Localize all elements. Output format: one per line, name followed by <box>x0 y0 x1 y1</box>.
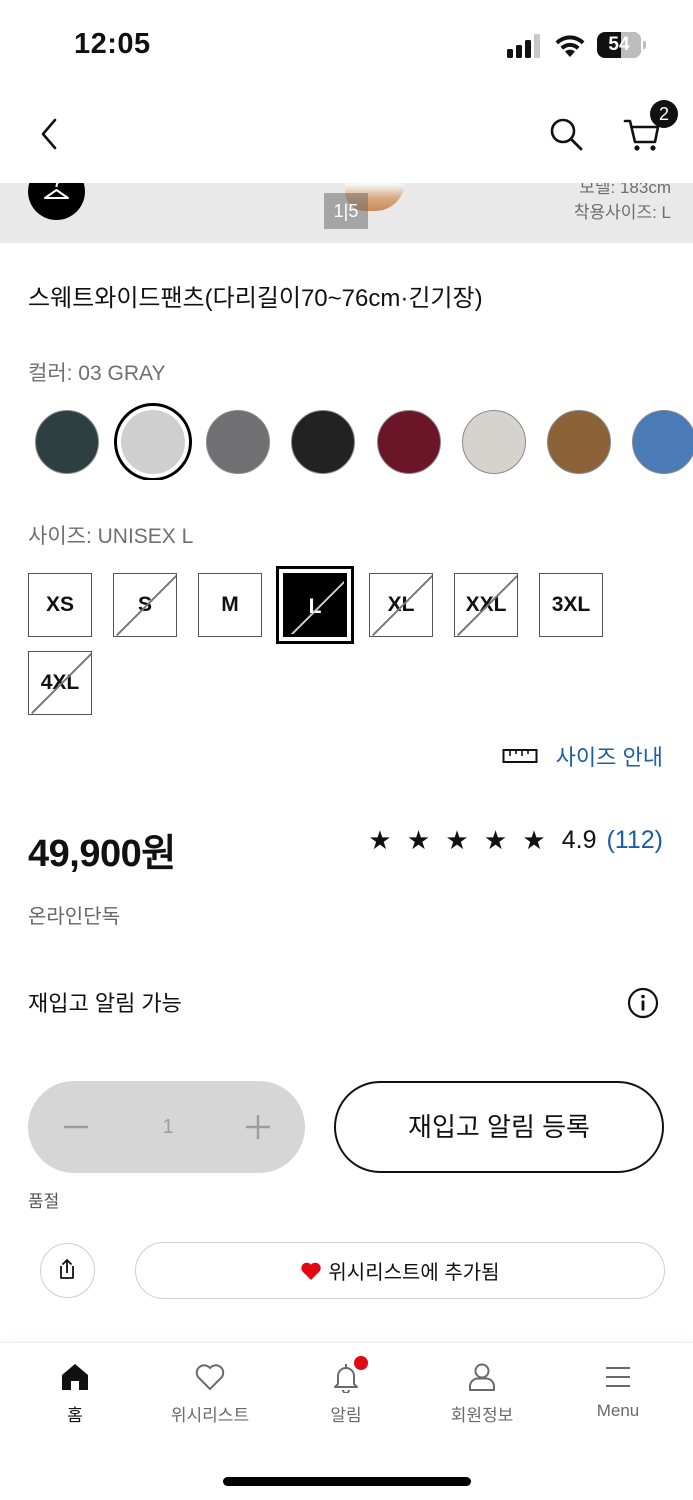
color-swatch-dark-green[interactable] <box>35 410 99 474</box>
color-swatches <box>0 400 693 480</box>
tab-menu[interactable]: Menu <box>558 1361 678 1437</box>
wifi-icon <box>554 32 586 58</box>
battery-icon: 54 <box>597 32 647 58</box>
signal-icon <box>507 34 543 58</box>
price: 49,900원 <box>28 833 176 875</box>
rating-stars: ★ ★ ★ ★ ★ <box>368 824 550 855</box>
home-indicator <box>223 1477 471 1486</box>
search-icon <box>550 118 583 151</box>
search-button[interactable] <box>548 116 584 152</box>
model-size: 착용사이즈: L <box>573 203 671 222</box>
wishlist-button[interactable]: 위시리스트에 추가됨 <box>135 1242 665 1299</box>
color-swatch-wine[interactable] <box>377 410 441 474</box>
color-label: 컬러: 03 GRAY <box>28 362 166 385</box>
rating-value: 4.9 <box>561 825 597 854</box>
tab-member-info[interactable]: 회원정보 <box>422 1361 542 1437</box>
tab-label: 회원정보 <box>450 1406 514 1425</box>
size-option-3xl[interactable]: 3XL <box>539 573 603 637</box>
color-swatch-gray[interactable] <box>206 410 270 474</box>
tab-label: 홈 <box>67 1406 83 1425</box>
review-count-link[interactable]: (112) <box>606 826 663 855</box>
quantity-value[interactable]: 1 <box>148 1111 188 1143</box>
hanger-icon <box>44 183 69 199</box>
wishlist-label: 위시리스트에 추가됨 <box>328 1262 500 1284</box>
size-option-4xl[interactable]: 4XL <box>28 651 92 715</box>
size-option-xl[interactable]: XL <box>369 573 433 637</box>
minus-icon <box>64 1125 88 1129</box>
size-label: 사이즈: UNISEX L <box>28 525 194 548</box>
soldout-label: 품절 <box>28 1192 60 1211</box>
heart-filled-icon <box>301 1262 322 1280</box>
tab-home[interactable]: 홈 <box>15 1361 135 1437</box>
tab-label: 알림 <box>330 1406 362 1425</box>
battery-level: 54 <box>608 34 630 55</box>
quantity-stepper: 1 <box>28 1081 305 1173</box>
size-option-s[interactable]: S <box>113 573 177 637</box>
size-guide-label: 사이즈 안내 <box>555 745 663 770</box>
tab-label: Menu <box>596 1401 640 1420</box>
share-button[interactable] <box>40 1243 95 1298</box>
menu-icon <box>606 1367 630 1387</box>
rating: ★ ★ ★ ★ ★ 4.9 (112) <box>368 822 663 858</box>
color-swatch-blue[interactable] <box>632 410 693 474</box>
size-options: XS S M L XL XXL 3XL 4XL <box>0 565 693 725</box>
info-icon[interactable] <box>627 987 659 1019</box>
size-option-xs[interactable]: XS <box>28 573 92 637</box>
plus-icon <box>246 1115 270 1139</box>
back-button[interactable] <box>34 114 66 154</box>
notification-dot <box>354 1356 368 1370</box>
tab-notifications[interactable]: 알림 <box>286 1361 406 1437</box>
restock-alert-button[interactable]: 재입고 알림 등록 <box>334 1081 664 1173</box>
chevron-left-icon <box>41 118 57 150</box>
hanger-button[interactable] <box>28 183 85 220</box>
size-guide-link[interactable]: 사이즈 안내 <box>502 740 663 772</box>
color-swatch-beige[interactable] <box>462 410 526 474</box>
model-height: 모델: 183cm <box>579 183 671 197</box>
model-info: 모델: 183cm 착용사이즈: L <box>574 183 671 225</box>
product-image-gallery[interactable]: 1|5 모델: 183cm 착용사이즈: L <box>0 183 693 243</box>
heart-icon <box>195 1364 225 1391</box>
home-icon <box>62 1364 88 1390</box>
nav-header <box>0 90 693 183</box>
quantity-increase-button[interactable] <box>242 1111 274 1143</box>
online-exclusive-tag: 온라인단독 <box>28 906 120 928</box>
status-bar: 12:05 54 <box>0 0 693 90</box>
color-swatch-black[interactable] <box>291 410 355 474</box>
size-option-l[interactable]: L <box>279 569 351 641</box>
size-option-xxl[interactable]: XXL <box>454 573 518 637</box>
image-counter: 1|5 <box>324 193 368 229</box>
product-title: 스웨트와이드팬츠(다리길이70~76cm·긴기장) <box>28 285 483 312</box>
user-icon <box>469 1363 495 1391</box>
ruler-icon <box>502 749 538 763</box>
size-option-m[interactable]: M <box>198 573 262 637</box>
tab-wishlist[interactable]: 위시리스트 <box>150 1361 270 1437</box>
color-swatch-light-gray[interactable] <box>114 403 192 480</box>
cart-count-badge: 2 <box>650 100 678 128</box>
quantity-decrease-button[interactable] <box>60 1111 92 1143</box>
restock-info: 재입고 알림 가능 <box>28 991 182 1016</box>
color-swatch-brown[interactable] <box>547 410 611 474</box>
share-icon <box>60 1259 74 1279</box>
status-time: 12:05 <box>74 28 151 60</box>
tab-label: 위시리스트 <box>170 1406 250 1425</box>
